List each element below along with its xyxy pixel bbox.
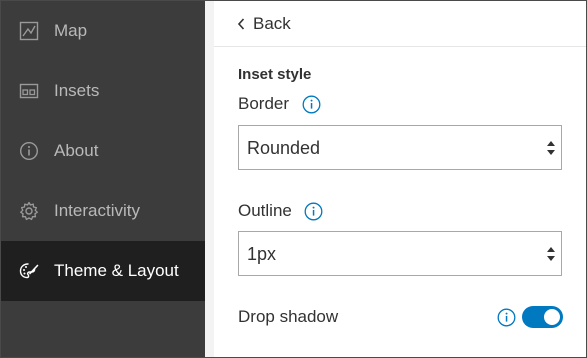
settings-panel: Back Inset style Border Rounded Outline	[214, 1, 586, 357]
border-info-icon[interactable]	[302, 95, 321, 119]
outline-label: Outline	[238, 201, 292, 220]
sidebar-item-label: Interactivity	[54, 201, 140, 220]
insets-icon	[19, 81, 39, 101]
back-label: Back	[253, 14, 291, 33]
section-title: Inset style	[238, 66, 312, 83]
drop-shadow-label: Drop shadow	[238, 307, 339, 326]
sidebar-item-label: Theme & Layout	[54, 261, 179, 280]
gear-icon	[19, 201, 39, 221]
sidebar-item-theme-layout[interactable]: Theme & Layout	[1, 241, 205, 301]
outline-select[interactable]: 1px	[238, 231, 562, 276]
outline-info-icon[interactable]	[304, 202, 323, 226]
sidebar-item-insets[interactable]: Insets	[1, 61, 205, 121]
map-icon	[19, 21, 39, 41]
select-arrows-icon	[545, 245, 557, 268]
sidebar-item-interactivity[interactable]: Interactivity	[1, 181, 205, 241]
app-frame: Map Insets About Interactivity Theme & L…	[0, 0, 587, 358]
drop-shadow-info-icon[interactable]	[497, 308, 516, 332]
sidebar-item-about[interactable]: About	[1, 121, 205, 181]
sidebar-item-label: About	[54, 141, 99, 160]
back-button[interactable]: Back	[214, 1, 586, 47]
border-select[interactable]: Rounded	[238, 125, 562, 170]
sidebar-item-map[interactable]: Map	[1, 1, 205, 61]
sidebar: Map Insets About Interactivity Theme & L…	[1, 1, 205, 357]
drop-shadow-toggle[interactable]	[522, 306, 563, 328]
sidebar-item-label: Map	[54, 21, 88, 40]
outline-select-value: 1px	[247, 244, 277, 264]
palette-icon	[19, 261, 39, 281]
border-select-value: Rounded	[247, 138, 321, 158]
toggle-knob	[544, 309, 560, 325]
select-arrows-icon	[545, 139, 557, 162]
chevron-left-icon	[236, 17, 246, 36]
border-label: Border	[238, 94, 290, 113]
panel-gutter	[205, 1, 214, 357]
sidebar-item-label: Insets	[54, 81, 100, 100]
info-icon	[19, 141, 39, 161]
